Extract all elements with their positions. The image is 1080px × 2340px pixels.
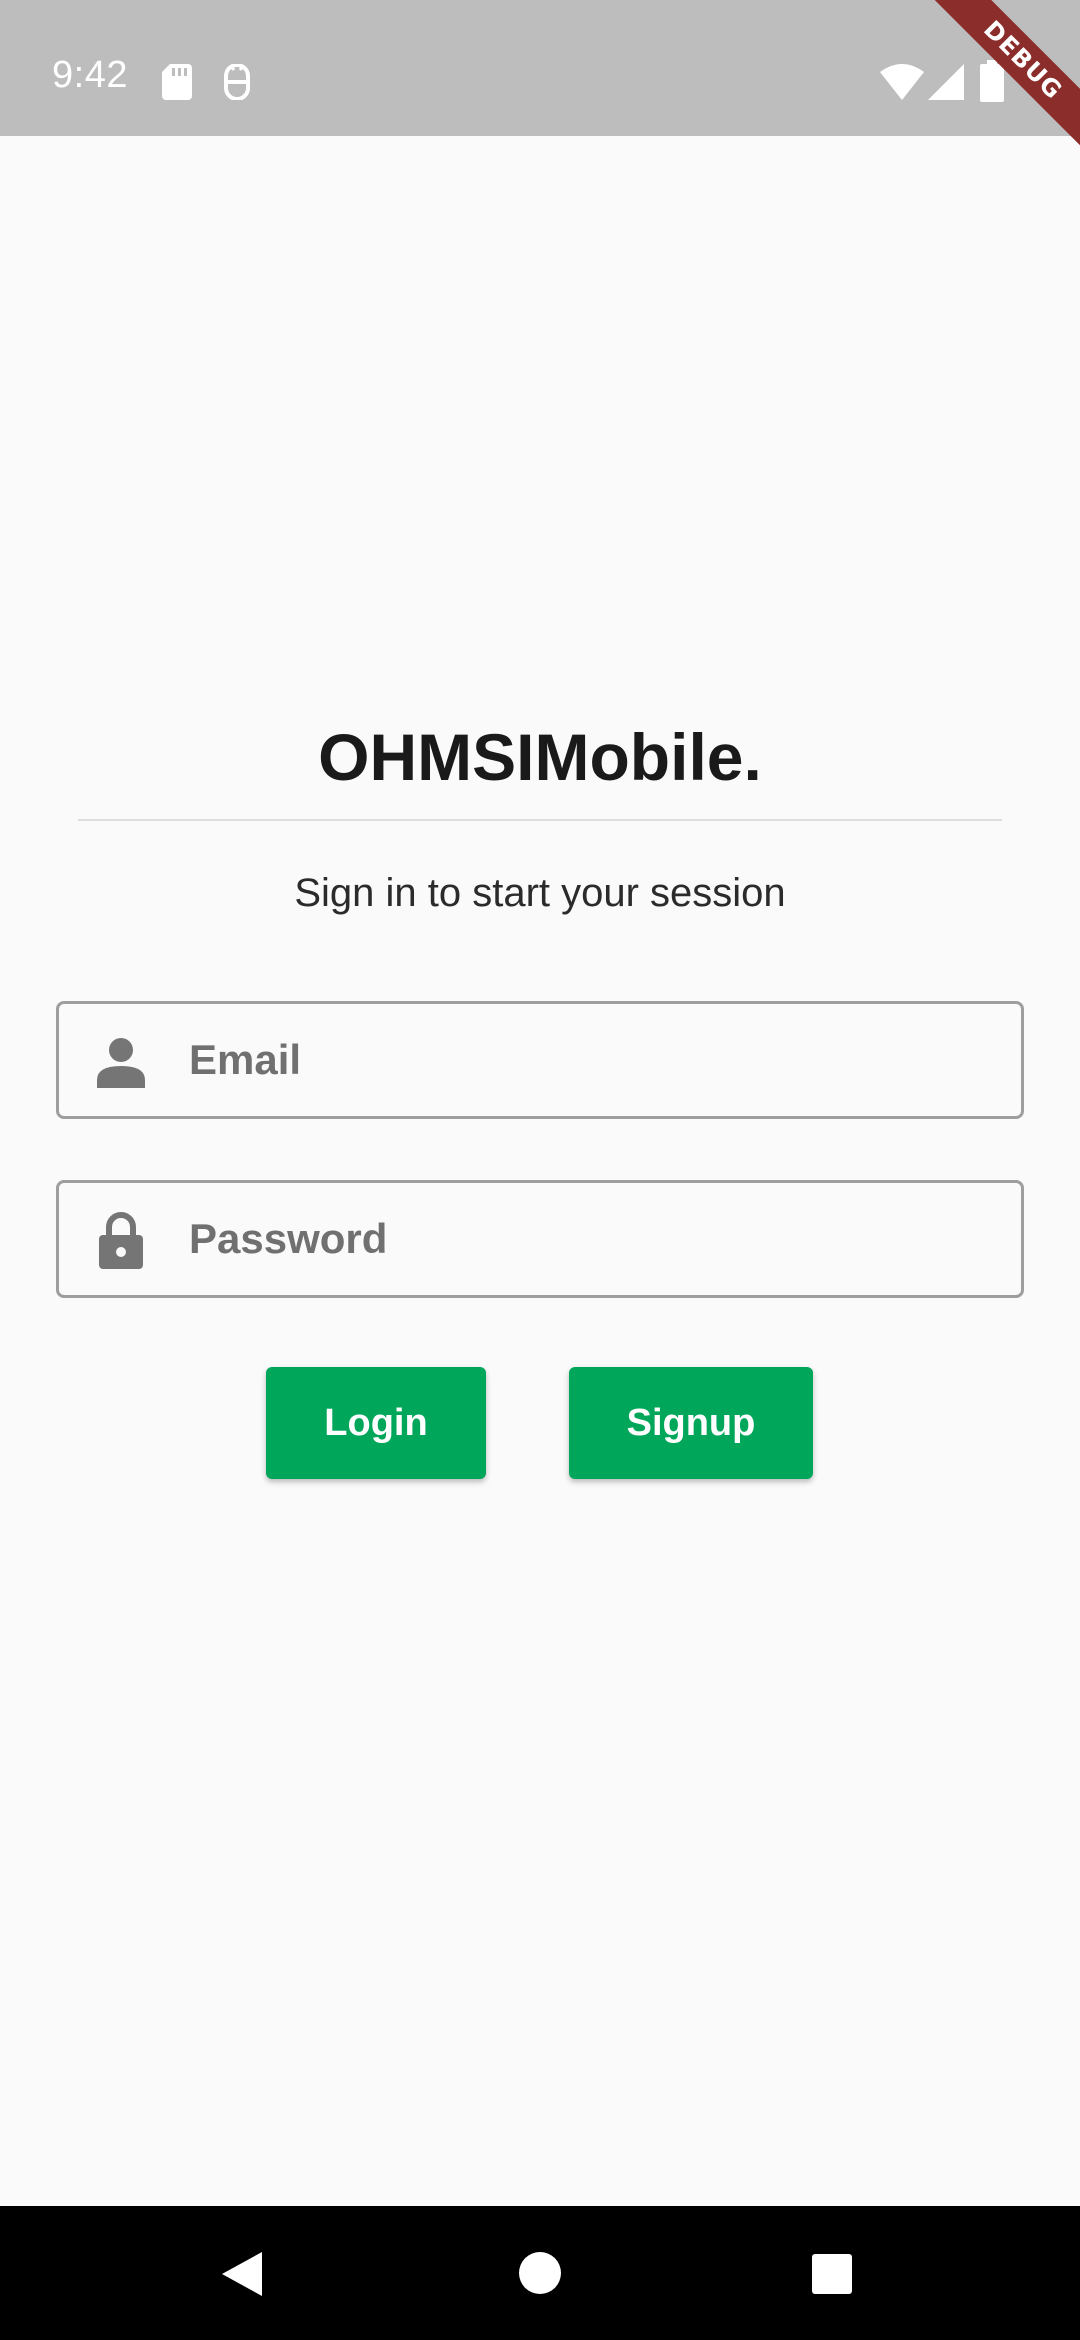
- nav-back-button[interactable]: [164, 2206, 324, 2340]
- nav-home-button[interactable]: [460, 2206, 620, 2340]
- app-brand-title: OHMSIMobile.: [318, 720, 762, 794]
- sign-in-subtitle: Sign in to start your session: [294, 871, 786, 915]
- debug-banner: DEBUG: [920, 0, 1080, 160]
- title-divider: [78, 819, 1002, 821]
- lock-icon: [99, 1212, 143, 1269]
- signup-button[interactable]: Signup: [569, 1367, 813, 1479]
- status-time: 9:42: [52, 54, 128, 96]
- person-icon: [97, 1038, 145, 1088]
- nav-recents-button[interactable]: [752, 2206, 912, 2340]
- wifi-icon: [880, 64, 924, 100]
- email-input[interactable]: [189, 1004, 989, 1116]
- debug-banner-label: DEBUG: [927, 0, 1080, 156]
- recents-icon: [812, 2254, 852, 2294]
- back-icon: [222, 2252, 262, 2296]
- login-button[interactable]: Login: [266, 1367, 486, 1479]
- sd-card-icon: [162, 64, 192, 100]
- android-debug-icon: [224, 64, 250, 100]
- status-bar: 9:42 DEBUG: [0, 0, 1080, 156]
- password-input[interactable]: [189, 1183, 989, 1295]
- navigation-bar: [0, 2206, 1080, 2340]
- home-icon: [519, 2252, 561, 2294]
- password-field[interactable]: [56, 1180, 1024, 1298]
- email-field[interactable]: [56, 1001, 1024, 1119]
